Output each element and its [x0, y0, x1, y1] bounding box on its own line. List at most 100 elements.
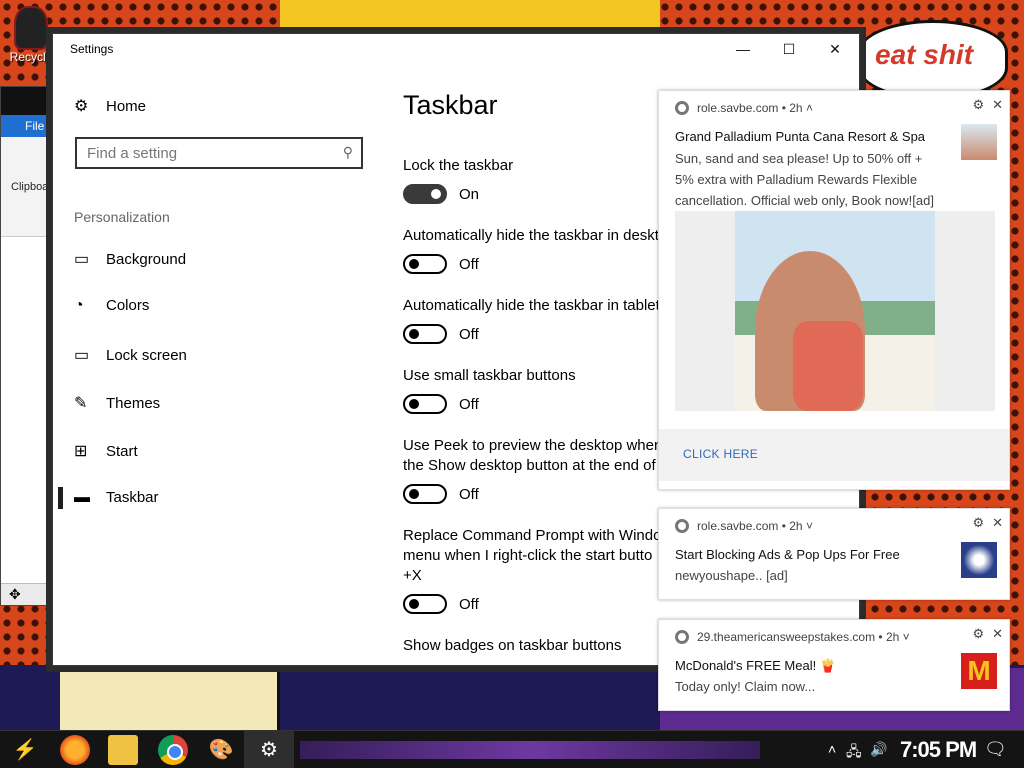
sidebar-item-colors[interactable]: ◔ Colors	[74, 297, 149, 315]
toggle-state: Off	[459, 326, 479, 343]
toggle-knob	[409, 489, 419, 499]
source-domain: role.savbe.com	[697, 519, 779, 533]
toggle-state: On	[459, 186, 480, 203]
gear-icon[interactable]: ⚙	[972, 626, 984, 641]
notification-title: McDonald's FREE Meal! 🍟	[675, 658, 836, 673]
wallpaper-comic-panel	[60, 668, 280, 733]
maximize-button[interactable]: ☐	[766, 34, 812, 64]
peek-toggle[interactable]	[403, 484, 447, 504]
settings-gear-icon[interactable]: ⚙	[254, 735, 284, 765]
source-domain: role.savbe.com	[697, 101, 779, 115]
notification-toast[interactable]: role.savbe.com • 2h ˄ ⚙ ✕ Grand Palladium…	[658, 90, 1010, 490]
sidebar-item-taskbar[interactable]: ▬ Taskbar	[58, 487, 159, 509]
volume-icon[interactable]: 🔊	[870, 741, 887, 758]
clipboard-label: Clipboa	[11, 181, 49, 193]
couple-figure	[793, 321, 863, 411]
lock-screen-icon: ▭	[74, 347, 90, 364]
body-line: 5% extra with Palladium Rewards Flexible	[675, 172, 918, 187]
sidebar-item-background[interactable]: ▭ Background	[74, 249, 186, 269]
sidebar-item-start[interactable]: ⊞ Start	[74, 441, 138, 461]
search-input[interactable]: Find a setting ⚲	[75, 137, 363, 169]
notification-toast[interactable]: 29.theamericansweepstakes.com • 2h ˅ ⚙ ✕ …	[658, 619, 1010, 711]
chrome-icon	[675, 630, 689, 644]
search-icon: ⚲	[342, 144, 353, 160]
recycle-bin-desktop-icon[interactable]: Recycle	[6, 6, 56, 64]
palette-icon: ◔	[74, 297, 84, 314]
notification-controls: ⚙ ✕	[964, 626, 1003, 642]
close-icon[interactable]: ✕	[992, 515, 1003, 530]
notification-age: 2h	[789, 519, 803, 533]
taskbar: ⚡ 🎨 ⚙ ˄ 🖧 🔊 7:05 PM 🗨	[0, 730, 1024, 768]
paint-icon[interactable]: 🎨	[206, 735, 236, 765]
section-heading: Personalization	[74, 209, 170, 225]
chrome-icon[interactable]	[158, 735, 188, 765]
speech-text: eat shit	[875, 39, 974, 70]
toggle-knob	[409, 259, 419, 269]
action-center-icon[interactable]: 🗨	[984, 739, 1007, 760]
notification-title: Grand Palladium Punta Cana Resort & Spa	[675, 129, 926, 144]
chrome-icon	[675, 519, 689, 533]
minimize-button[interactable]: —	[720, 34, 766, 64]
paint-titlebar[interactable]	[1, 87, 51, 115]
toggle-state: Off	[459, 596, 479, 613]
start-button-icon[interactable]: ⚡	[10, 735, 40, 765]
gear-icon: ⚙	[74, 98, 89, 115]
notification-title: Start Blocking Ads & Pop Ups For Free	[675, 547, 900, 562]
close-icon[interactable]: ✕	[992, 97, 1003, 112]
sidebar-item-label: Lock screen	[106, 347, 187, 364]
close-button[interactable]: ✕	[812, 34, 858, 64]
move-icon: ✥	[9, 586, 21, 602]
gear-icon[interactable]: ⚙	[972, 515, 984, 530]
recycle-bin-label: Recycle	[9, 50, 53, 64]
file-explorer-icon[interactable]	[108, 735, 138, 765]
window-title: Settings	[70, 42, 114, 56]
notification-body: Today only! Claim now...	[675, 679, 816, 694]
background-paint-window[interactable]: File Clipboa ✥	[0, 86, 52, 606]
resort-hero-image[interactable]	[675, 211, 995, 411]
autohide-desktop-toggle[interactable]	[403, 254, 447, 274]
firefox-icon[interactable]	[60, 735, 90, 765]
network-icon[interactable]: 🖧	[846, 741, 862, 765]
wallpaper-comic-top	[280, 0, 660, 34]
notification-age: 2h	[885, 630, 900, 644]
notification-body: newyoushape.. [ad]	[675, 568, 788, 583]
body-line: Sun, sand and sea please! Up to 50% off …	[675, 151, 923, 166]
sidebar-item-label: Background	[106, 251, 187, 268]
settings-sidebar: ⚙ Home Find a setting ⚲ Personalization ▭…	[53, 64, 383, 665]
notification-controls: ⚙ ✕	[964, 97, 1003, 113]
toggle-knob	[409, 599, 419, 609]
chevron-up-icon[interactable]: ˄	[828, 741, 836, 757]
sidebar-item-label: Start	[106, 443, 138, 460]
close-icon[interactable]: ✕	[992, 626, 1003, 641]
sidebar-item-themes[interactable]: ✎ Themes	[74, 393, 160, 413]
resort-thumbnail	[961, 124, 997, 160]
recycle-bin-icon	[14, 6, 48, 50]
toggle-knob	[409, 329, 419, 339]
gear-icon[interactable]: ⚙	[972, 97, 984, 112]
image-icon: ▭	[74, 251, 90, 268]
powershell-toggle[interactable]	[403, 594, 447, 614]
toggle-knob	[409, 399, 419, 409]
notification-toast[interactable]: role.savbe.com • 2h ˅ ⚙ ✕ Start Blocking …	[658, 508, 1010, 600]
notification-source: role.savbe.com • 2h ˅	[675, 519, 813, 533]
notification-body: Sun, sand and sea please! Up to 50% off …	[675, 148, 934, 211]
themes-icon: ✎	[74, 395, 88, 412]
sidebar-item-label: Themes	[106, 395, 161, 412]
paint-file-tab[interactable]: File	[1, 115, 51, 137]
click-here-button[interactable]: CLICK HERE	[683, 447, 758, 461]
taskbar-decoration	[300, 741, 760, 759]
home-label: Home	[106, 98, 147, 115]
paint-status-bar: ✥	[1, 583, 51, 605]
home-nav-item[interactable]: ⚙ Home	[74, 96, 146, 116]
toggle-knob	[431, 189, 441, 199]
chrome-icon	[675, 101, 689, 115]
sidebar-item-lock-screen[interactable]: ▭ Lock screen	[74, 345, 187, 365]
autohide-tablet-toggle[interactable]	[403, 324, 447, 344]
clock[interactable]: 7:05 PM	[900, 737, 977, 763]
small-buttons-toggle[interactable]	[403, 394, 447, 414]
notification-source: 29.theamericansweepstakes.com • 2h ˅	[675, 630, 910, 644]
notification-age: 2h	[789, 101, 803, 115]
toggle-state: Off	[459, 396, 479, 413]
settings-titlebar[interactable]: Settings — ☐ ✕	[53, 34, 859, 64]
lock-taskbar-toggle[interactable]	[403, 184, 447, 204]
